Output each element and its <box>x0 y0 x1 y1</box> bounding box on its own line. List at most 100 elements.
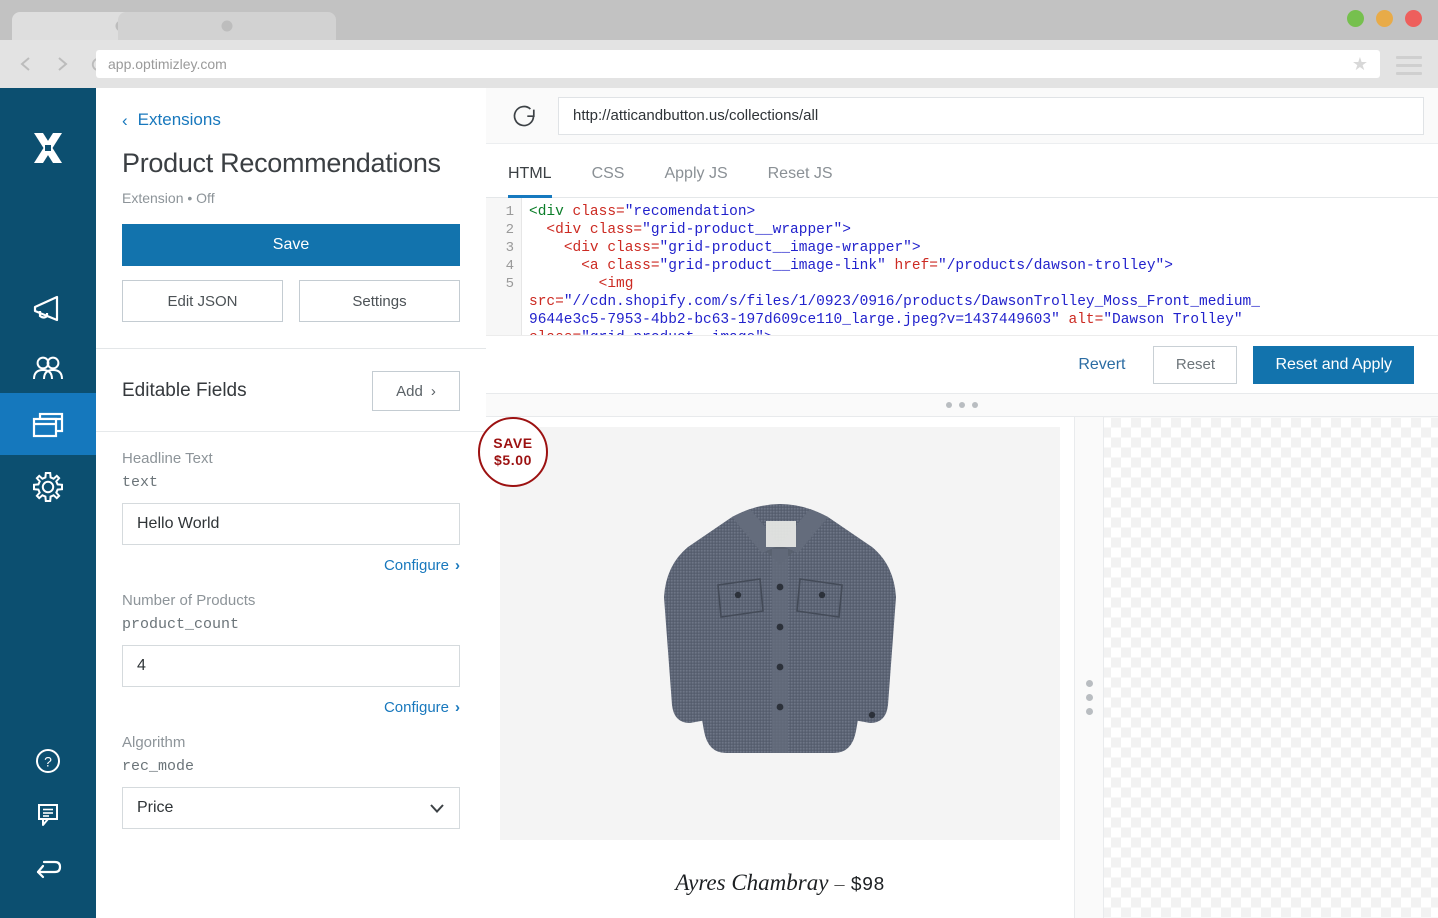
drag-dot <box>1085 708 1093 715</box>
sidebar-item-feedback[interactable] <box>0 788 96 842</box>
algorithm-selected-value: Price <box>137 799 174 816</box>
tab-css[interactable]: CSS <box>572 165 645 197</box>
tab-apply-js[interactable]: Apply JS <box>644 165 747 197</box>
code-text[interactable]: <div class="recomendation> <div class="g… <box>523 198 1438 335</box>
chevron-right-icon: › <box>430 382 436 400</box>
revert-button[interactable]: Revert <box>1066 356 1137 374</box>
line-number: 4 <box>505 258 514 274</box>
people-icon <box>33 356 63 380</box>
sidebar-item-exit[interactable] <box>0 842 96 896</box>
editor-actions: Revert Reset Reset and Apply <box>486 335 1438 393</box>
preview-content: SAVE $5.00 Ayres Chambray – $98 <box>478 417 1074 918</box>
editor-url-field[interactable]: http://atticandbutton.us/collections/all <box>558 96 1424 135</box>
reload-icon[interactable] <box>508 100 540 132</box>
extension-panel: ‹ Extensions Product Recommendations Ext… <box>96 88 486 918</box>
browser-navbar: app.optimizley.com ★ <box>0 40 1438 88</box>
sidebar-item-audiences[interactable] <box>0 338 96 400</box>
preview-pane: SAVE $5.00 Ayres Chambray – $98 <box>478 417 1438 918</box>
editor-tabs: HTML CSS Apply JS Reset JS <box>486 144 1438 198</box>
add-field-label: Add <box>396 382 423 400</box>
field-label: Headline Text <box>122 450 213 467</box>
svg-text:?: ? <box>44 754 52 770</box>
sidebar-item-settings[interactable] <box>0 456 96 518</box>
star-icon[interactable]: ★ <box>1352 55 1368 73</box>
configure-link[interactable]: Configure › <box>122 557 460 574</box>
editable-fields-title: Editable Fields <box>122 380 247 401</box>
field-headline-text: Headline Text text Configure › <box>96 432 486 574</box>
tab-html[interactable]: HTML <box>508 165 572 198</box>
chevron-right-icon: › <box>455 699 460 716</box>
chambray-shirt-image <box>500 427 1060 840</box>
product-caption: Ayres Chambray – $98 <box>500 870 1060 896</box>
edit-json-button[interactable]: Edit JSON <box>122 280 283 322</box>
save-button[interactable]: Save <box>122 224 460 266</box>
horizontal-drag-handle[interactable] <box>486 393 1438 417</box>
caption-separator: – <box>834 873 845 895</box>
algorithm-select[interactable]: Price <box>122 787 460 829</box>
field-key: product_count <box>122 616 240 633</box>
configure-label: Configure <box>383 557 449 574</box>
chevron-down-icon <box>430 803 444 813</box>
windows-icon <box>32 412 64 438</box>
field-label: Algorithm <box>122 734 186 751</box>
page-title: Product Recommendations <box>122 148 441 178</box>
code-editor[interactable]: 1 2 3 4 5 <div class="recomendation> <di… <box>486 198 1438 335</box>
vertical-drag-handle[interactable] <box>1074 417 1104 918</box>
sidebar-item-experiments[interactable] <box>0 393 96 455</box>
return-arrow-icon <box>36 860 62 879</box>
reset-and-apply-button[interactable]: Reset and Apply <box>1253 345 1414 384</box>
sidebar-bottom-items: ? <box>0 734 96 896</box>
optimizely-logo-icon[interactable] <box>0 116 96 180</box>
product-card[interactable]: SAVE $5.00 <box>478 417 1060 840</box>
window-maximize-button[interactable] <box>1347 10 1364 27</box>
breadcrumb-label: Extensions <box>137 110 221 129</box>
field-key: text <box>122 474 159 491</box>
tab-favicon-icon <box>221 20 233 32</box>
breadcrumb[interactable]: ‹ Extensions <box>122 110 460 130</box>
product-count-input[interactable] <box>122 645 460 687</box>
extension-status: Extension • Off <box>122 190 215 206</box>
field-label: Number of Products <box>122 592 256 609</box>
speech-bubble-icon <box>38 804 58 826</box>
tab-reset-js[interactable]: Reset JS <box>748 165 853 197</box>
editor-url-text: http://atticandbutton.us/collections/all <box>573 107 819 124</box>
headline-text-input[interactable] <box>122 503 460 545</box>
back-arrow-icon[interactable] <box>10 48 42 80</box>
add-field-button[interactable]: Add › <box>372 371 460 411</box>
drag-dot <box>1085 680 1093 687</box>
sidebar-item-help[interactable]: ? <box>0 734 96 788</box>
line-number: 1 <box>505 204 514 220</box>
line-number: 5 <box>505 276 514 292</box>
secondary-buttons: Edit JSON Settings <box>122 280 460 322</box>
window-controls <box>1347 10 1422 27</box>
field-product-count: Number of Products product_count Configu… <box>96 574 486 716</box>
line-number: 2 <box>505 222 514 238</box>
browser-url-bar[interactable]: app.optimizley.com ★ <box>96 50 1380 78</box>
product-name: Ayres Chambray <box>675 870 829 895</box>
window-close-button[interactable] <box>1405 10 1422 27</box>
browser-tab-2[interactable] <box>118 12 336 40</box>
configure-link[interactable]: Configure › <box>122 699 460 716</box>
browser-tabbar <box>0 0 1438 40</box>
line-number-gutter: 1 2 3 4 5 <box>486 198 522 335</box>
gear-icon <box>33 472 63 502</box>
reset-button[interactable]: Reset <box>1153 345 1238 384</box>
question-circle-icon: ? <box>36 749 60 773</box>
hamburger-menu-icon[interactable] <box>1396 56 1422 80</box>
configure-label: Configure <box>383 699 449 716</box>
chevron-right-icon: › <box>455 557 460 574</box>
drag-dot <box>972 402 978 408</box>
drag-dot <box>946 402 952 408</box>
preview-empty-area <box>1104 417 1438 918</box>
browser-chrome: app.optimizley.com ★ <box>0 0 1438 88</box>
left-sidebar: ? <box>0 88 96 918</box>
sidebar-item-campaigns[interactable] <box>0 278 96 340</box>
product-price: $98 <box>850 874 885 896</box>
forward-arrow-icon[interactable] <box>46 48 78 80</box>
drag-dot <box>1085 694 1093 701</box>
window-minimize-button[interactable] <box>1376 10 1393 27</box>
drag-dot <box>959 402 965 408</box>
line-number: 3 <box>505 240 514 256</box>
chevron-left-icon: ‹ <box>122 110 128 130</box>
settings-button[interactable]: Settings <box>299 280 460 322</box>
